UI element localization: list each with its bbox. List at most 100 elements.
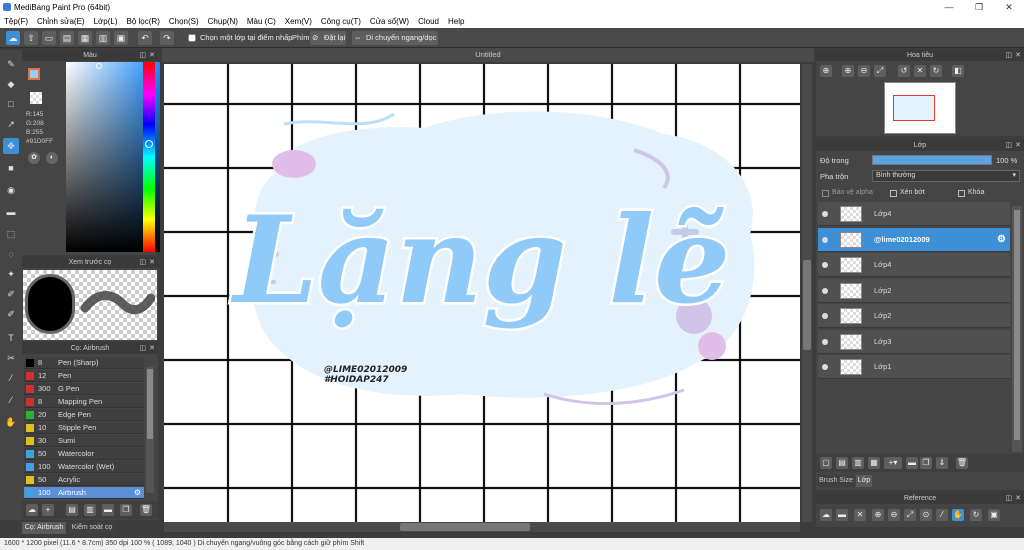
menu-window[interactable]: Cửa sổ(W) <box>370 17 409 26</box>
copy-brush-icon[interactable]: ▥ <box>84 504 96 516</box>
menu-cloud[interactable]: Cloud <box>418 17 439 26</box>
protect-alpha-checkbox[interactable] <box>822 190 829 197</box>
new-layer-icon[interactable]: ▢ <box>820 457 832 469</box>
select-tool-icon[interactable]: ⬚ <box>3 226 19 242</box>
undo-icon[interactable]: ↶ <box>138 31 152 45</box>
dropper-tool-icon[interactable]: ⁄ <box>3 392 19 408</box>
menu-tools[interactable]: Công cụ(T) <box>321 17 361 26</box>
zoom-in-alt-icon[interactable]: ⊕ <box>842 65 854 77</box>
cloud-ref-icon[interactable]: ☁ <box>820 509 832 521</box>
reset-button[interactable]: ⊘ Đặt lại <box>310 31 346 45</box>
brush-item[interactable]: 8 Mapping Pen <box>24 396 144 408</box>
canvas-vertical-scrollbar[interactable] <box>802 64 812 522</box>
cloud-brush-icon[interactable]: ☁ <box>26 504 38 516</box>
delete-brush-icon[interactable]: 🗑 <box>140 504 152 516</box>
menu-view[interactable]: Xem(V) <box>285 17 312 26</box>
close-ref-icon[interactable]: ✕ <box>854 509 866 521</box>
zoom-in-icon[interactable]: ⊕ <box>820 65 832 77</box>
reset-view-icon[interactable]: ✕ <box>914 65 926 77</box>
brush-item[interactable]: 30 Sumi <box>24 435 144 447</box>
merge-layer-icon[interactable]: ⇓ <box>936 457 948 469</box>
menu-select[interactable]: Chọn(S) <box>169 17 199 26</box>
layer-row[interactable]: Lớp3 <box>818 329 1010 354</box>
gear-icon[interactable]: ⚙ <box>134 487 141 499</box>
rotate-ref-icon[interactable]: ↻ <box>970 509 982 521</box>
brush-item[interactable]: 50 Acrylic <box>24 474 144 486</box>
zoom-out-icon[interactable]: ⊖ <box>858 65 870 77</box>
hand-ref-icon[interactable]: ✋ <box>952 509 964 521</box>
rotate-left-icon[interactable]: ↺ <box>898 65 910 77</box>
brush-item[interactable]: 50 Watercolor <box>24 448 144 460</box>
navigator-thumbnail[interactable] <box>884 82 956 134</box>
dock-icon[interactable]: ◫ <box>1005 140 1012 151</box>
tab-brush-size[interactable]: Brush Size <box>818 475 854 487</box>
layer-list-scroll-thumb[interactable] <box>1014 210 1020 440</box>
tab-layer[interactable]: Lớp <box>856 475 872 487</box>
layer-list-scrollbar[interactable] <box>1012 206 1022 452</box>
canvas-horizontal-scrollbar[interactable] <box>164 522 800 532</box>
tab-brush[interactable]: Cọ: Airbrush <box>22 522 66 534</box>
dock-icon[interactable]: ◫ <box>139 50 146 61</box>
delete-layer-icon[interactable]: 🗑 <box>956 457 968 469</box>
layer-row[interactable]: Lớp1 <box>818 355 1010 379</box>
eraser-tool-icon[interactable]: ◆ <box>3 76 19 92</box>
upload-icon[interactable]: ⇧ <box>24 31 38 45</box>
panel-close-icon[interactable]: ✕ <box>1015 493 1021 504</box>
background-color-swatch[interactable] <box>30 92 42 104</box>
layer-row[interactable]: @lime02012009 ⚙ <box>818 227 1010 252</box>
brush-item[interactable]: 10 Stipple Pen <box>24 422 144 434</box>
layer-row[interactable]: Lớp2 <box>818 304 1010 328</box>
drawing-canvas[interactable]: Lặng lẽ @LIME02012009 #HOIDAP247 <box>164 64 800 522</box>
import-brush-icon[interactable]: ▤ <box>66 504 78 516</box>
navigator-view-rect[interactable] <box>893 95 935 121</box>
redo-icon[interactable]: ↷ <box>160 31 174 45</box>
visibility-icon[interactable] <box>822 364 828 370</box>
restore-button[interactable]: ❐ <box>964 0 994 14</box>
hue-cursor[interactable] <box>145 140 153 148</box>
sv-cursor[interactable] <box>96 63 102 69</box>
move-tool-icon[interactable]: ✥ <box>3 138 19 154</box>
eyedropper-ref-icon[interactable]: ⁄ <box>936 509 948 521</box>
dock-icon[interactable]: ◫ <box>139 343 146 354</box>
add-brush-icon[interactable]: + <box>42 504 54 516</box>
magic-wand-tool-icon[interactable]: ✦ <box>3 266 19 282</box>
visibility-icon[interactable] <box>822 287 828 294</box>
layer-row[interactable]: Lớp4 <box>818 202 1010 226</box>
canvas-vscroll-thumb[interactable] <box>803 260 811 350</box>
add-layer-menu-icon[interactable]: +▾ <box>884 457 902 469</box>
brush-list-scroll-thumb[interactable] <box>147 369 153 439</box>
bucket-tool-icon[interactable]: ◉ <box>3 182 19 198</box>
zoom-in-ref-icon[interactable]: ⊕ <box>872 509 884 521</box>
dock-icon[interactable]: ◫ <box>1005 493 1012 504</box>
menu-file[interactable]: Tệp(F) <box>4 17 28 26</box>
brush-item[interactable]: 8 Pen (Sharp) <box>24 357 144 369</box>
dock-icon[interactable]: ◫ <box>1005 50 1012 61</box>
pen-tool-icon[interactable]: ↗ <box>3 116 19 132</box>
layout-icon[interactable]: ▣ <box>114 31 128 45</box>
fill-rect-tool-icon[interactable]: ■ <box>3 160 19 176</box>
panel-close-icon[interactable]: ✕ <box>149 257 155 268</box>
rotate-right-icon[interactable]: ↻ <box>930 65 942 77</box>
panel-close-icon[interactable]: ✕ <box>149 50 155 61</box>
dock-icon[interactable]: ◫ <box>139 257 146 268</box>
brush-list-scrollbar[interactable] <box>146 367 154 493</box>
eyedropper-tool-icon[interactable]: ⁄ <box>3 370 19 386</box>
chat-icon[interactable]: ▤ <box>60 31 74 45</box>
brush-tool-icon[interactable]: ✎ <box>3 56 19 72</box>
halftone-layer-icon[interactable]: ▦ <box>868 457 880 469</box>
hue-slider[interactable] <box>143 62 155 252</box>
visibility-icon[interactable] <box>822 338 828 345</box>
select-eraser-tool-icon[interactable]: ✐ <box>3 306 19 322</box>
grid-icon[interactable]: ▦ <box>78 31 92 45</box>
hand-tool-icon[interactable]: ✋ <box>3 414 19 430</box>
opacity-slider[interactable] <box>872 155 992 165</box>
flip-icon[interactable]: ◧ <box>952 65 964 77</box>
select-pen-tool-icon[interactable]: ✐ <box>3 286 19 302</box>
select-from-point-checkbox[interactable] <box>188 34 196 42</box>
menu-layer[interactable]: Lớp(L) <box>94 17 118 26</box>
new-layer-8bit-icon[interactable]: ▤ <box>836 457 848 469</box>
panel-close-icon[interactable]: ✕ <box>149 343 155 354</box>
menu-help[interactable]: Help <box>448 17 464 26</box>
color-history-icon[interactable]: ◐ <box>46 152 58 164</box>
panel-close-icon[interactable]: ✕ <box>1015 50 1021 61</box>
